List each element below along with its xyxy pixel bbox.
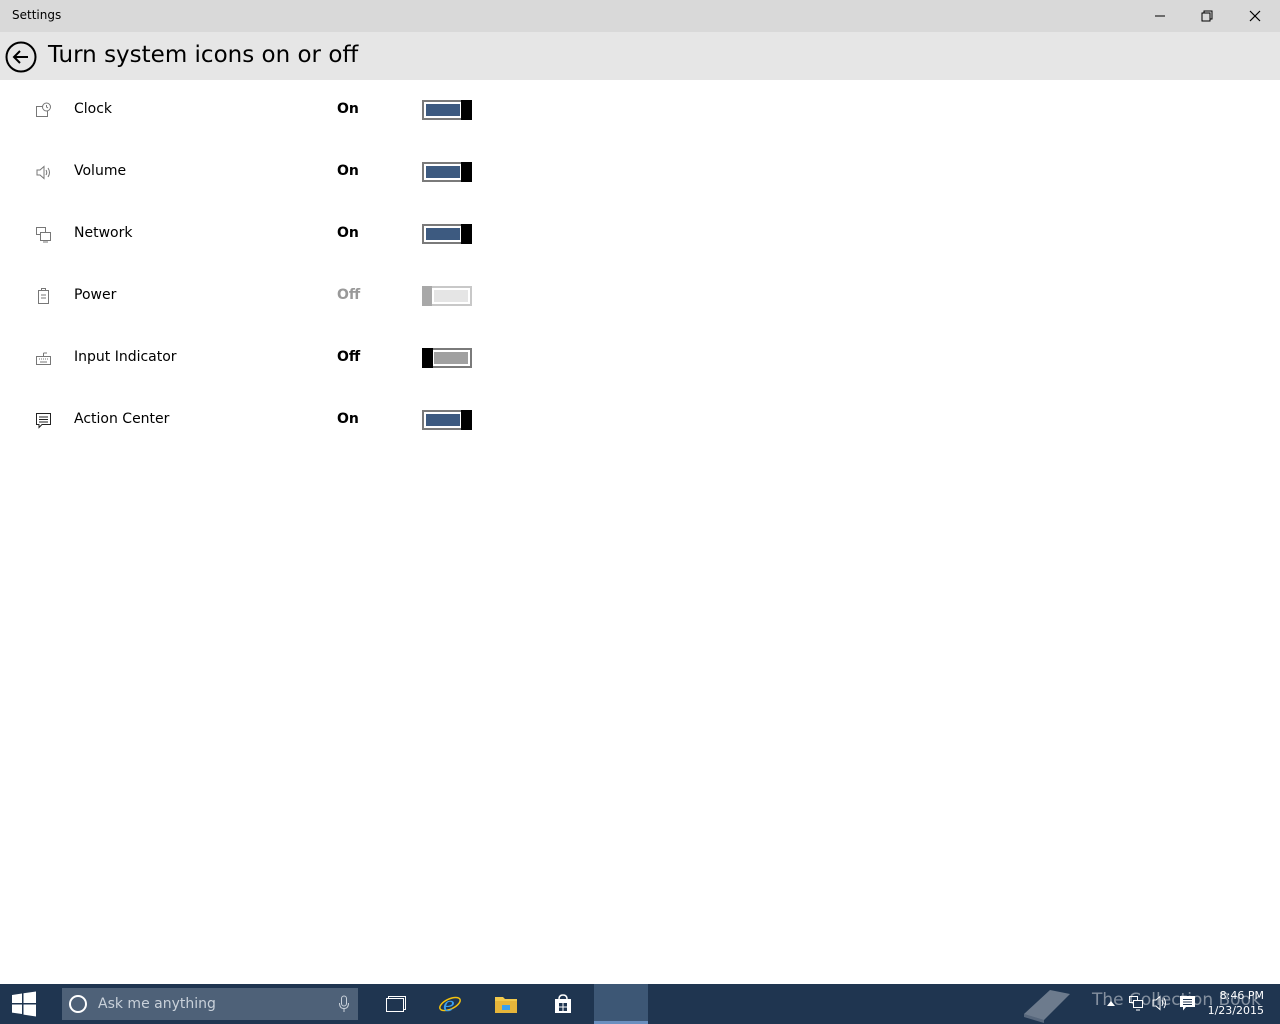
back-arrow-icon	[5, 41, 37, 73]
show-hidden-icons-icon[interactable]	[1106, 995, 1116, 1011]
settings-taskbar-button[interactable]	[594, 984, 648, 1024]
title-bar: Settings	[0, 0, 1280, 32]
setting-state: On	[337, 411, 359, 427]
taskbar-clock[interactable]: 8:46 PM 1/23/2015	[1208, 988, 1264, 1018]
store-button[interactable]	[536, 984, 590, 1024]
setting-label: Input Indicator	[74, 349, 177, 365]
clock-toggle[interactable]	[422, 100, 472, 120]
network-tray-icon[interactable]	[1128, 995, 1144, 1011]
setting-state: Off	[337, 349, 361, 365]
app-title: Settings	[12, 8, 62, 22]
network-toggle[interactable]	[422, 224, 472, 244]
power-toggle[interactable]	[422, 286, 472, 306]
clock-time: 8:46 PM	[1219, 989, 1264, 1002]
setting-state: On	[337, 225, 359, 241]
action-center-toggle[interactable]	[422, 410, 472, 430]
setting-state: On	[337, 163, 359, 179]
minimize-button[interactable]	[1137, 0, 1183, 32]
close-button[interactable]	[1232, 0, 1278, 32]
system-tray: The Collection Book 8:46 PM 1/23/2015	[1020, 984, 1280, 1024]
file-explorer-button[interactable]	[479, 984, 533, 1024]
setting-label: Network	[74, 225, 133, 241]
setting-state: On	[337, 101, 359, 117]
setting-label: Volume	[74, 163, 127, 179]
setting-label: Clock	[74, 101, 113, 117]
cortana-icon	[69, 995, 87, 1013]
setting-row-volume: Volume On	[0, 152, 600, 192]
folder-icon	[495, 997, 517, 1013]
task-view-icon	[386, 996, 406, 1012]
task-view-button[interactable]	[369, 984, 423, 1024]
restore-icon	[1201, 10, 1213, 22]
windows-logo-icon	[12, 991, 36, 1017]
clock-icon	[36, 102, 51, 117]
volume-icon	[36, 165, 50, 180]
setting-row-power: Power Off	[0, 276, 600, 316]
setting-row-input-indicator: Input Indicator Off	[0, 338, 600, 378]
store-icon	[555, 994, 571, 1013]
taskbar: Ask me anything e The Collection Book 8:…	[0, 984, 1280, 1024]
restore-button[interactable]	[1184, 0, 1230, 32]
close-icon	[1249, 10, 1261, 22]
setting-row-clock: Clock On	[0, 90, 600, 130]
microphone-icon[interactable]	[338, 995, 350, 1013]
volume-toggle[interactable]	[422, 162, 472, 182]
search-box[interactable]: Ask me anything	[62, 988, 358, 1020]
svg-text:e: e	[443, 992, 455, 1016]
search-placeholder: Ask me anything	[98, 996, 216, 1012]
page-header: Turn system icons on or off	[0, 32, 1280, 80]
network-icon	[36, 227, 51, 243]
page-title: Turn system icons on or off	[48, 42, 359, 68]
volume-tray-icon[interactable]	[1152, 995, 1169, 1011]
setting-row-network: Network On	[0, 214, 600, 254]
back-button[interactable]	[5, 41, 37, 73]
power-icon	[38, 288, 49, 304]
minimize-icon	[1155, 15, 1165, 17]
setting-state: Off	[337, 287, 361, 303]
clock-date: 1/23/2015	[1207, 1004, 1264, 1017]
setting-row-action-center: Action Center On	[0, 400, 600, 440]
internet-explorer-button[interactable]: e	[423, 984, 477, 1024]
keyboard-icon	[36, 352, 51, 365]
internet-explorer-icon: e	[439, 992, 461, 1016]
setting-label: Power	[74, 287, 117, 303]
setting-label: Action Center	[74, 411, 170, 427]
action-center-tray-icon[interactable]	[1179, 995, 1196, 1012]
book-logo-icon	[1024, 990, 1070, 1023]
input-indicator-toggle[interactable]	[422, 348, 472, 368]
start-button[interactable]	[0, 984, 48, 1024]
action-center-icon	[36, 413, 51, 429]
